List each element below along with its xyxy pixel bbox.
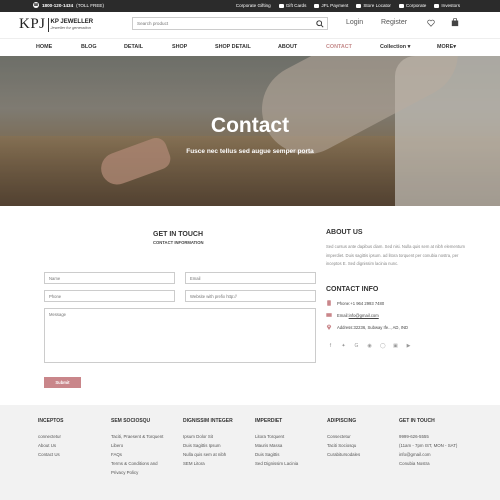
nav-about[interactable]: ABOUT	[278, 44, 297, 50]
top-links: Corporate Gifting Gift Cards JFL Payment…	[236, 3, 460, 8]
email-icon	[326, 313, 332, 317]
footer-link[interactable]: Duis Sagittis Ipsum	[183, 441, 248, 450]
name-field[interactable]	[44, 272, 175, 284]
hero-subtitle: Fusce nec tellus sed augue semper porta	[186, 148, 314, 155]
contact-phone: Phone:+1 964 2993 7480	[326, 300, 384, 306]
footer-link[interactable]: Taciti Sociosqu	[327, 441, 389, 450]
email-field[interactable]	[185, 272, 316, 284]
phone-icon	[327, 300, 331, 306]
register-link[interactable]: Register	[381, 19, 407, 26]
logo-tagline: Jeweller for generation	[50, 24, 91, 30]
submit-button[interactable]: Submit	[44, 377, 81, 388]
footer-col-imperdiet: IMPERDIET Litora Torquent Mauris Massa D…	[255, 418, 320, 468]
top-link-corporate[interactable]: Corporate	[398, 3, 426, 8]
toll-free-label: (TOLL FREE)	[76, 2, 104, 8]
footer-link[interactable]: Contact Us	[38, 450, 98, 459]
social-links: f ✦ G ◉ ◯ ▣ ▶	[328, 344, 411, 349]
footer-col-get-in-touch: GET IN TOUCH 9999-626-5555 (11am - 7pm I…	[399, 418, 465, 468]
cart-bag-icon[interactable]	[451, 18, 459, 27]
logo-mark: KPJ	[19, 16, 46, 32]
google-icon[interactable]: G	[354, 344, 359, 349]
nav-home[interactable]: HOME	[36, 44, 52, 50]
footer-link[interactable]: Consectetur	[327, 432, 389, 441]
top-bar: ☎ 1800-120-1434 (TOLL FREE) Corporate Gi…	[0, 0, 500, 12]
footer-link[interactable]: Duis Sagittis	[255, 450, 320, 459]
footer-col-adipiscing: ADIPISCING Consectetur Taciti Sociosqu C…	[327, 418, 389, 459]
nav-detail[interactable]: DETAIL	[124, 44, 143, 50]
phone-number[interactable]: 1800-120-1434	[42, 3, 73, 8]
card-icon	[314, 3, 320, 8]
contact-info-title: CONTACT INFO	[326, 286, 379, 293]
footer-link[interactable]: Conubia Nostra	[399, 459, 465, 468]
top-link-gift-cards[interactable]: Gift Cards	[278, 3, 306, 8]
main-nav: HOME BLOG DETAIL SHOP SHOP DETAIL ABOUT …	[0, 38, 500, 56]
footer-col-sem-sociosqu: SEM SOCIOSQU Taciti, Praesent & Torquent…	[111, 418, 173, 477]
twitter-icon[interactable]: ✦	[341, 344, 346, 349]
contact-address: Address:32236, Subway Ife.., AD, IND	[326, 324, 408, 330]
gift-icon	[278, 3, 284, 8]
nav-shop-detail[interactable]: SHOP DETAIL	[215, 44, 251, 50]
footer-col-dignissim-integer: DIGNISSIM INTEGER Ipsum Dolor Sit Duis S…	[183, 418, 248, 468]
footer-link[interactable]: Sed Dignissim Lacinia	[255, 459, 320, 468]
footer-link[interactable]: Nulla quis sem at nibh	[183, 450, 248, 459]
footer-link[interactable]: About Us	[38, 441, 98, 450]
wishlist-heart-icon[interactable]	[427, 19, 435, 27]
form-title: GET IN TOUCH	[153, 231, 204, 238]
nav-collection[interactable]: Collection ▾	[380, 44, 410, 50]
youtube-icon[interactable]: ▶	[406, 344, 411, 349]
nav-more[interactable]: MORE▾	[437, 44, 456, 50]
phone-icon: ☎	[33, 2, 39, 8]
contact-email: Email: info@gmail.com	[326, 312, 379, 318]
footer-link[interactable]: Curabitursodales	[327, 450, 389, 459]
about-title: ABOUT US	[326, 229, 363, 236]
chevron-down-icon: ▾	[453, 44, 456, 50]
nav-contact[interactable]: CONTACT	[326, 44, 352, 50]
hero-banner: Contact Fusce nec tellus sed augue sempe…	[0, 56, 500, 206]
chevron-down-icon: ▾	[407, 44, 411, 50]
footer-link[interactable]: Terms & Conditions and Privacy Policy	[111, 459, 173, 477]
footer-link[interactable]: Mauris Massa	[255, 441, 320, 450]
header: KPJ KP JEWELLER Jeweller for generation …	[0, 12, 500, 38]
about-text: Sed cursus ante dapibus diam. Sed nisi. …	[326, 244, 465, 266]
hero-title: Contact	[210, 114, 290, 137]
instagram-icon[interactable]: ◯	[380, 344, 386, 349]
location-pin-icon	[326, 324, 332, 330]
footer-phone[interactable]: 9999-626-5555	[399, 432, 465, 441]
briefcase-icon	[398, 3, 404, 8]
facebook-icon[interactable]: f	[328, 344, 333, 349]
login-link[interactable]: Login	[346, 19, 363, 26]
top-link-jfl-payment[interactable]: JFL Payment	[314, 3, 348, 8]
logo-divider	[47, 17, 49, 32]
form-subtitle: CONTACT INFORMATION	[153, 240, 204, 245]
top-link-corporate-gifting[interactable]: Corporate Gifting	[236, 3, 271, 8]
email-link[interactable]: info@gmail.com	[349, 313, 379, 318]
top-link-investors[interactable]: Investors	[434, 3, 460, 8]
search-bar	[132, 17, 328, 30]
phone-block: ☎ 1800-120-1434 (TOLL FREE)	[33, 2, 104, 8]
logo[interactable]: KPJ KP JEWELLER Jeweller for generation	[19, 16, 93, 33]
footer-link[interactable]: Taciti, Praesent & Torquent Libero	[111, 432, 173, 450]
location-icon	[356, 3, 362, 8]
pinterest-icon[interactable]: ◉	[367, 344, 372, 349]
footer-link[interactable]: FAQs	[111, 450, 173, 459]
nav-blog[interactable]: BLOG	[81, 44, 97, 50]
search-input[interactable]	[133, 18, 303, 29]
footer-link[interactable]: connectetur	[38, 432, 98, 441]
nav-shop[interactable]: SHOP	[172, 44, 187, 50]
message-field[interactable]	[44, 308, 316, 363]
linkedin-icon[interactable]: ▣	[393, 344, 398, 349]
footer-link[interactable]: SEM Litora	[183, 459, 248, 468]
top-link-store-locator[interactable]: Store Locator	[356, 3, 391, 8]
footer-hours: (11am - 7pm IST, MON - SAT)	[399, 443, 458, 448]
phone-field[interactable]	[44, 290, 175, 302]
footer-email[interactable]: info@gmail.com	[399, 450, 465, 459]
footer-link[interactable]: Ipsum Dolor Sit	[183, 432, 248, 441]
search-icon[interactable]	[316, 20, 324, 28]
website-field[interactable]	[185, 290, 316, 302]
chart-icon	[434, 3, 440, 8]
footer-link[interactable]: Litora Torquent	[255, 432, 320, 441]
footer-col-inceptos: INCEPTOS connectetur About Us Contact Us	[38, 418, 98, 459]
